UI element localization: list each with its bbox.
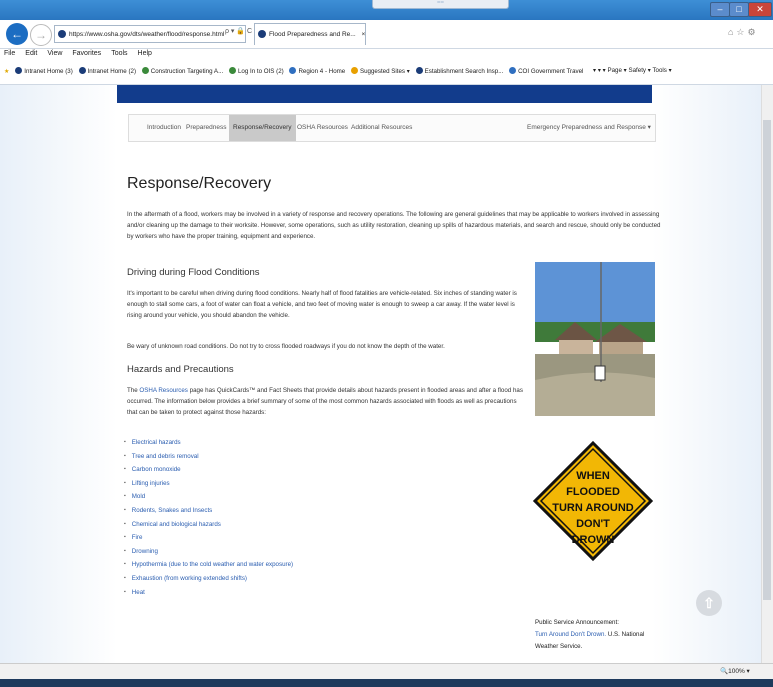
forward-button[interactable]: → (30, 24, 52, 46)
minimize-button[interactable]: – (710, 2, 730, 17)
menu-view[interactable]: View (47, 50, 62, 57)
hazard-link[interactable]: Lifting injuries (124, 477, 293, 491)
subnav-osha-resources[interactable]: OSHA Resources (297, 115, 348, 141)
hazard-link[interactable]: Electrical hazards (124, 436, 293, 450)
zoom-level[interactable]: 🔍100% ▾ (720, 664, 750, 680)
menu-edit[interactable]: Edit (25, 50, 37, 57)
back-icon: ← (11, 27, 23, 41)
tab-favicon (258, 30, 266, 38)
sign-line: DON'T (576, 518, 610, 530)
site-icon (58, 30, 66, 38)
sub-navigation: Introduction Preparedness Response/Recov… (128, 114, 656, 142)
psa-label: Public Service Announcement: (535, 619, 619, 626)
menu-help[interactable]: Help (138, 50, 152, 57)
favorite-link[interactable]: Construction Targeting A... (141, 60, 223, 84)
hazard-link[interactable]: Heat (124, 586, 293, 600)
intro-paragraph: In the aftermath of a flood, workers may… (127, 211, 661, 240)
favorite-link[interactable]: Intranet Home (2) (78, 60, 136, 84)
driving-heading: Driving during Flood Conditions (127, 267, 260, 278)
sign-line: WHEN (576, 470, 610, 482)
taskbar (0, 679, 773, 687)
subnav-additional-resources[interactable]: Additional Resources (351, 115, 412, 141)
scroll-to-top-button[interactable]: ⇧ (696, 590, 722, 616)
hazards-paragraph: The OSHA Resources page has QuickCards™ … (127, 387, 523, 416)
hazard-link[interactable]: Mold (124, 490, 293, 504)
command-bar-text: ▾ ▾ ▾ Page ▾ Safety ▾ Tools ▾ (593, 67, 672, 74)
favorite-link[interactable]: Suggested Sites ▾ (350, 60, 410, 84)
subnav-preparedness[interactable]: Preparedness (186, 115, 226, 141)
menu-file[interactable]: File (4, 50, 15, 57)
search-refresh-text: ρ ▾ 🔒 C (225, 28, 253, 35)
hazard-link[interactable]: Chemical and biological hazards (124, 518, 293, 532)
hazards-list: Electrical hazards Tree and debris remov… (124, 436, 293, 599)
tab-close-icon[interactable]: × (362, 31, 365, 38)
tab-strip-top-grip: == (436, 0, 444, 6)
favorite-link[interactable]: Log In to OIS (2) (228, 60, 284, 84)
back-button[interactable]: ← (6, 23, 28, 45)
site-banner (117, 85, 652, 103)
search-refresh-controls[interactable]: ρ ▾ 🔒 C (225, 27, 252, 35)
flood-photo (535, 262, 655, 416)
scrollbar-thumb[interactable] (763, 120, 771, 600)
hazards-heading: Hazards and Precautions (127, 364, 234, 375)
favorites-star-icon[interactable]: ★ (4, 60, 10, 84)
driving-paragraph-2: Be wary of unknown road conditions. Do n… (127, 343, 445, 350)
osha-resources-link[interactable]: OSHA Resources (139, 387, 188, 394)
subnav-introduction[interactable]: Introduction (147, 115, 181, 141)
turn-around-sign-graphic: WHEN FLOODED TURN AROUND DON'T DROWN (532, 440, 654, 562)
arrow-up-icon: ⇧ (703, 595, 715, 611)
menu-bar: File Edit View Favorites Tools Help (0, 48, 773, 60)
hazard-link[interactable]: Tree and debris removal (124, 450, 293, 464)
hazard-link[interactable]: Carbon monoxide (124, 463, 293, 477)
tab-title: Flood Preparedness and Re... (269, 31, 356, 38)
psa-caption: Public Service Announcement: Turn Around… (535, 617, 655, 653)
browser-tab[interactable]: Flood Preparedness and Re... × (254, 23, 366, 45)
favorite-link[interactable]: Intranet Home (3) (15, 60, 73, 84)
home-star-gear-icons[interactable]: ⌂☆⚙ (728, 27, 759, 38)
page-title: Response/Recovery (127, 175, 272, 192)
favorite-link[interactable]: Establishment Search Insp... (415, 60, 503, 84)
driving-paragraph-1: It's important to be careful when drivin… (127, 290, 517, 319)
hazard-link[interactable]: Hypothermia (due to the cold weather and… (124, 558, 293, 572)
close-window-button[interactable]: ✕ (748, 2, 772, 17)
subnav-response-recovery[interactable]: Response/Recovery (229, 115, 296, 141)
page-left-background (0, 85, 117, 663)
forward-icon: → (35, 28, 47, 42)
hazard-link[interactable]: Fire (124, 531, 293, 545)
favorite-link[interactable]: Region 4 - Home (289, 60, 345, 84)
maximize-button[interactable]: □ (729, 2, 749, 17)
sign-line: TURN AROUND (552, 502, 634, 514)
favorite-link[interactable]: COI Government Travel (509, 60, 583, 84)
hazard-link[interactable]: Exhaustion (from working extended shifts… (124, 572, 293, 586)
tab-strip-top: == (372, 0, 509, 9)
hazard-link[interactable]: Rodents, Snakes and Insects (124, 504, 293, 518)
menu-favorites[interactable]: Favorites (72, 50, 101, 57)
status-bar: 🔍100% ▾ (0, 663, 773, 680)
page-right-background (652, 85, 761, 663)
menu-tools[interactable]: Tools (111, 50, 127, 57)
subnav-emergency-dropdown[interactable]: Emergency Preparedness and Response ▾ (527, 115, 651, 141)
psa-link[interactable]: Turn Around Don't Drown. (535, 631, 606, 638)
sign-line: DROWN (572, 534, 615, 546)
hazard-link[interactable]: Drowning (124, 545, 293, 559)
url-text: https://www.osha.gov/dts/weather/flood/r… (69, 31, 225, 38)
address-bar[interactable]: https://www.osha.gov/dts/weather/flood/r… (54, 25, 246, 43)
command-bar[interactable]: ▾ ▾ ▾ Page ▾ Safety ▾ Tools ▾ (593, 67, 672, 74)
sign-line: FLOODED (566, 486, 620, 498)
